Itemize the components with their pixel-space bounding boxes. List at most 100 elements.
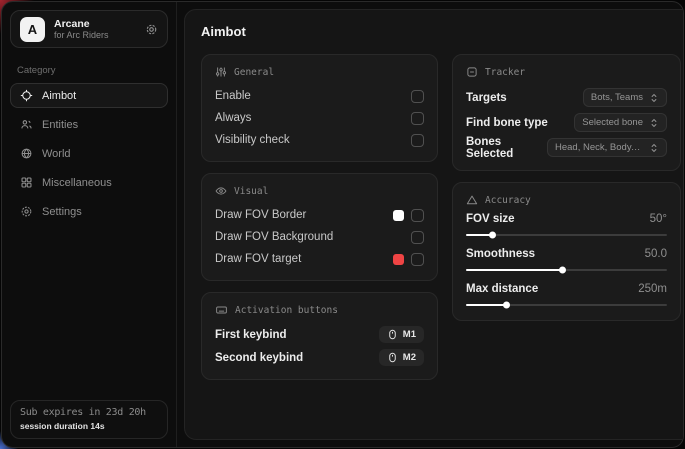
general-row-enable: Enable [215, 85, 424, 107]
right-column: Tracker Targets Bots, Teams [452, 54, 681, 332]
sidebar-item-label: World [42, 148, 71, 160]
visibility-check-checkbox[interactable] [411, 134, 424, 147]
bones-selected-row: Bones Selected Head, Neck, Body, Pe... [466, 135, 667, 160]
sidebar-item-miscellaneous[interactable]: Miscellaneous [10, 170, 168, 195]
sidebar-item-label: Aimbot [42, 90, 76, 102]
main-area: Aimbot General [177, 2, 684, 447]
chevron-up-down-icon [649, 118, 659, 128]
card-title: Tracker [485, 67, 525, 78]
fov-size-slider[interactable] [466, 234, 667, 236]
row-label: Find bone type [466, 117, 548, 129]
header-gear-button[interactable] [145, 23, 158, 36]
general-card: General Enable Always Visibility check [201, 54, 438, 162]
fov-background-checkbox[interactable] [411, 231, 424, 244]
sidebar-item-label: Settings [42, 206, 82, 218]
row-label: Enable [215, 90, 251, 102]
activation-card-header: Activation buttons [215, 304, 424, 316]
chevron-up-down-icon [649, 93, 659, 103]
accuracy-card: Accuracy FOV size 50° [452, 182, 681, 321]
select-value: Selected bone [582, 117, 643, 128]
mouse-icon [387, 352, 398, 363]
sidebar: A Arcane for Arc Riders Category [2, 2, 177, 447]
page-title: Aimbot [201, 24, 681, 39]
chevron-up-down-icon [649, 143, 659, 153]
sidebar-item-label: Miscellaneous [42, 177, 112, 189]
smoothness-slider-block: Smoothness 50.0 [466, 248, 667, 271]
sidebar-item-aimbot[interactable]: Aimbot [10, 83, 168, 108]
sidebar-menu: Aimbot Entities World [2, 83, 176, 224]
category-label: Category [17, 65, 176, 76]
visual-card: Visual Draw FOV Border Draw FOV Backgrou… [201, 173, 438, 281]
visual-card-header: Visual [215, 185, 424, 197]
row-label: Draw FOV Border [215, 209, 306, 221]
fov-target-color-swatch[interactable] [393, 254, 404, 265]
accuracy-card-header: Accuracy [466, 194, 667, 206]
fov-size-slider-block: FOV size 50° [466, 213, 667, 236]
select-value: Head, Neck, Body, Pe... [555, 142, 643, 153]
general-row-always: Always [215, 107, 424, 129]
general-card-header: General [215, 66, 424, 78]
logo-letter: A [28, 22, 37, 37]
fov-target-checkbox[interactable] [411, 253, 424, 266]
card-columns: General Enable Always Visibility check [201, 54, 681, 391]
slider-fill [466, 269, 562, 271]
slider-label: Max distance [466, 283, 538, 295]
find-bone-type-select[interactable]: Selected bone [574, 113, 667, 132]
sidebar-item-world[interactable]: World [10, 141, 168, 166]
card-title: Accuracy [485, 195, 531, 206]
slider-thumb[interactable] [489, 232, 496, 239]
sub-expiry-text: Sub expires in 23d 20h [20, 407, 158, 418]
max-distance-slider[interactable] [466, 304, 667, 306]
sidebar-item-settings[interactable]: Settings [10, 199, 168, 224]
focus-icon [466, 66, 478, 78]
app-header-card: A Arcane for Arc Riders [10, 10, 168, 48]
second-keybind-button[interactable]: M2 [379, 349, 424, 366]
gear-icon [145, 23, 158, 36]
app-window: A Arcane for Arc Riders Category [1, 1, 684, 448]
slider-label: FOV size [466, 213, 515, 225]
mouse-icon [387, 329, 398, 340]
sliders-icon [215, 66, 227, 78]
first-keybind-button[interactable]: M1 [379, 326, 424, 343]
select-value: Bots, Teams [591, 92, 643, 103]
slider-label: Smoothness [466, 248, 535, 260]
entities-icon [20, 118, 33, 131]
slider-thumb[interactable] [559, 267, 566, 274]
card-title: General [234, 67, 274, 78]
slider-value: 50.0 [645, 248, 667, 260]
first-keybind-row: First keybind M1 [215, 323, 424, 346]
slider-fill [466, 304, 506, 306]
visual-row-fov-target: Draw FOV target [215, 248, 424, 270]
globe-icon [20, 147, 33, 160]
bones-selected-select[interactable]: Head, Neck, Body, Pe... [547, 138, 667, 157]
fov-border-checkbox[interactable] [411, 209, 424, 222]
triangle-icon [466, 194, 478, 206]
sidebar-item-label: Entities [42, 119, 78, 131]
left-column: General Enable Always Visibility check [201, 54, 438, 391]
settings-gear-icon [20, 205, 33, 218]
slider-value: 250m [638, 283, 667, 295]
slider-fill [466, 234, 492, 236]
slider-thumb[interactable] [503, 302, 510, 309]
row-label: Bones Selected [466, 136, 547, 160]
app-title: Arcane [54, 18, 136, 30]
always-checkbox[interactable] [411, 112, 424, 125]
enable-checkbox[interactable] [411, 90, 424, 103]
activation-card: Activation buttons First keybind M1 [201, 292, 438, 380]
eye-icon [215, 185, 227, 197]
targets-select[interactable]: Bots, Teams [583, 88, 667, 107]
row-label: Draw FOV target [215, 253, 301, 265]
keybind-value: M1 [403, 329, 416, 340]
crosshair-icon [20, 89, 33, 102]
row-label: Visibility check [215, 134, 290, 146]
content-panel: Aimbot General [184, 9, 684, 440]
sidebar-item-entities[interactable]: Entities [10, 112, 168, 137]
app-subtitle: for Arc Riders [54, 30, 136, 40]
desktop-background: { "app": { "logo_letter": "A", "title": … [0, 0, 685, 449]
row-label: Always [215, 112, 251, 124]
smoothness-slider[interactable] [466, 269, 667, 271]
app-header-text: Arcane for Arc Riders [54, 18, 136, 40]
card-title: Activation buttons [235, 305, 338, 316]
fov-border-color-swatch[interactable] [393, 210, 404, 221]
row-label: First keybind [215, 329, 287, 341]
